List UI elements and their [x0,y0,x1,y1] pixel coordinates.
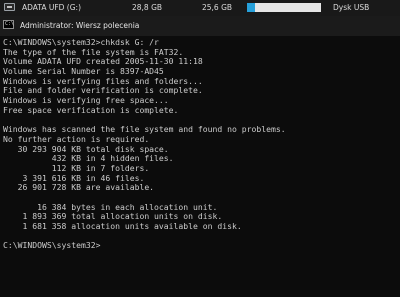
console-line: 26 901 728 KB are available. [3,182,155,193]
drive-usage-bar [247,3,321,12]
console-output[interactable]: C:\WINDOWS\system32>chkdsk G: /r The type… [3,38,397,295]
drive-type: Dysk USB [333,3,370,12]
drive-name: ADATA UFD (G:) [22,3,81,12]
console-line: C:\WINDOWS\system32> [3,240,101,251]
window-title: Administrator: Wiersz polecenia [20,21,140,30]
screen: ADATA UFD (G:) 28,8 GB 25,6 GB Dysk USB … [0,0,400,297]
drive-usage-fill [247,3,256,12]
drive-free-space: 25,6 GB [202,3,233,12]
console-title-bar[interactable]: C:\ Administrator: Wiersz polecenia [0,16,400,36]
console-line: Free space verification is complete. [3,104,179,115]
command-prompt-icon: C:\ [3,20,15,29]
explorer-drive-row[interactable]: ADATA UFD (G:) 28,8 GB 25,6 GB Dysk USB [0,0,400,16]
usb-drive-icon [4,3,15,11]
drive-total-size: 28,8 GB [132,3,163,12]
console-line: 1 681 358 allocation units available on … [3,221,242,232]
